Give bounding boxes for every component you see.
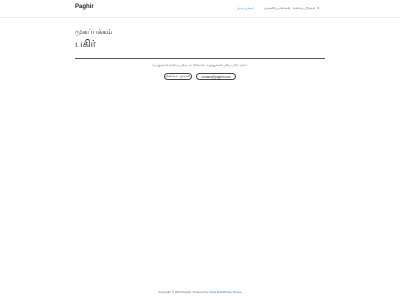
- breadcrumb: முகப்பக்கம்: [75, 28, 113, 36]
- site-header: Paghir முகப்பக்கம் பங்களிப்பாளர்கள் வகைப…: [0, 0, 400, 18]
- footer-copyright: Copyright © 2023 Paghir. Powered by: [158, 290, 210, 294]
- chevron-down-icon: ▾: [317, 6, 320, 10]
- title-divider: [75, 58, 325, 59]
- nav-item-contributors[interactable]: பங்களிப்பாளர்கள்: [264, 6, 291, 11]
- site-brand[interactable]: Paghir: [75, 4, 94, 10]
- page-title: பகிர்: [75, 39, 96, 50]
- page-description: பொதுவான வலைப்பதிவு. கட்டுரைகள், கருத்துக…: [152, 63, 248, 67]
- nav-item-categories-label: வகைப்படுத்தல்: [293, 6, 316, 10]
- follow-button[interactable]: பின்தொடருங்கள்: [164, 73, 192, 80]
- nav-item-home[interactable]: முகப்பக்கம்: [237, 6, 254, 11]
- site-footer: Copyright © 2023 Paghir. Powered by Astr…: [0, 290, 400, 294]
- nav-item-categories[interactable]: வகைப்படுத்தல் ▾: [293, 6, 319, 11]
- email-button[interactable]: contact@paghir.com: [196, 73, 236, 80]
- footer-theme-link[interactable]: Astra WordPress Theme: [209, 290, 242, 294]
